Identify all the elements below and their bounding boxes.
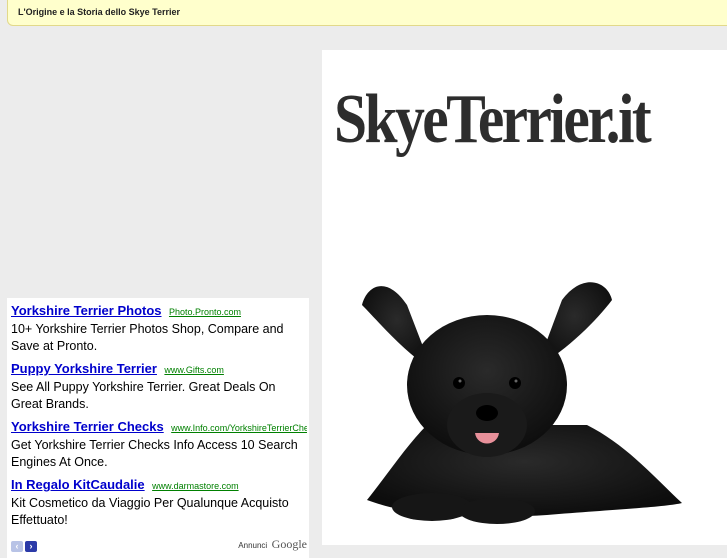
ad-url-link[interactable]: Photo.Pronto.com bbox=[169, 307, 241, 317]
chevron-right-icon[interactable]: › bbox=[25, 541, 37, 552]
page-title: L'Origine e la Storia dello Skye Terrier bbox=[18, 7, 181, 17]
ad-item: Yorkshire Terrier Photos Photo.Pronto.co… bbox=[11, 302, 307, 355]
ad-item: In Regalo KitCaudalie www.darmastore.com… bbox=[11, 476, 307, 529]
ad-title-link[interactable]: Yorkshire Terrier Photos bbox=[11, 303, 162, 318]
hero-panel: SkyeTerrier.it bbox=[322, 50, 727, 545]
ad-url-link[interactable]: www.darmastore.com bbox=[152, 481, 239, 491]
ad-description: 10+ Yorkshire Terrier Photos Shop, Compa… bbox=[11, 322, 284, 353]
ad-description: Get Yorkshire Terrier Checks Info Access… bbox=[11, 438, 298, 469]
ad-pagination: ‹ › bbox=[11, 536, 37, 554]
chevron-left-icon[interactable]: ‹ bbox=[11, 541, 23, 552]
ad-item: Yorkshire Terrier Checks www.Info.com/Yo… bbox=[11, 418, 307, 471]
ads-label: Annunci bbox=[238, 541, 268, 550]
ad-title-link[interactable]: Yorkshire Terrier Checks bbox=[11, 419, 164, 434]
ad-description: See All Puppy Yorkshire Terrier. Great D… bbox=[11, 380, 276, 411]
ad-url-link[interactable]: www.Gifts.com bbox=[164, 365, 224, 375]
ads-by-google[interactable]: Annunci Google bbox=[238, 535, 307, 553]
ad-item: Puppy Yorkshire Terrier www.Gifts.com Se… bbox=[11, 360, 307, 413]
google-logo: Google bbox=[271, 537, 307, 551]
ad-url-link[interactable]: www.Info.com/YorkshireTerrierChe bbox=[171, 423, 307, 433]
skye-terrier-dog-image bbox=[362, 282, 682, 524]
ad-description: Kit Cosmetico da Viaggio Per Qualunque A… bbox=[11, 496, 289, 527]
ad-title-link[interactable]: In Regalo KitCaudalie bbox=[11, 477, 145, 492]
site-logo[interactable]: SkyeTerrier.it bbox=[334, 80, 652, 160]
google-ads-panel: Yorkshire Terrier Photos Photo.Pronto.co… bbox=[7, 298, 309, 558]
ad-title-link[interactable]: Puppy Yorkshire Terrier bbox=[11, 361, 157, 376]
top-banner: L'Origine e la Storia dello Skye Terrier bbox=[7, 0, 727, 26]
